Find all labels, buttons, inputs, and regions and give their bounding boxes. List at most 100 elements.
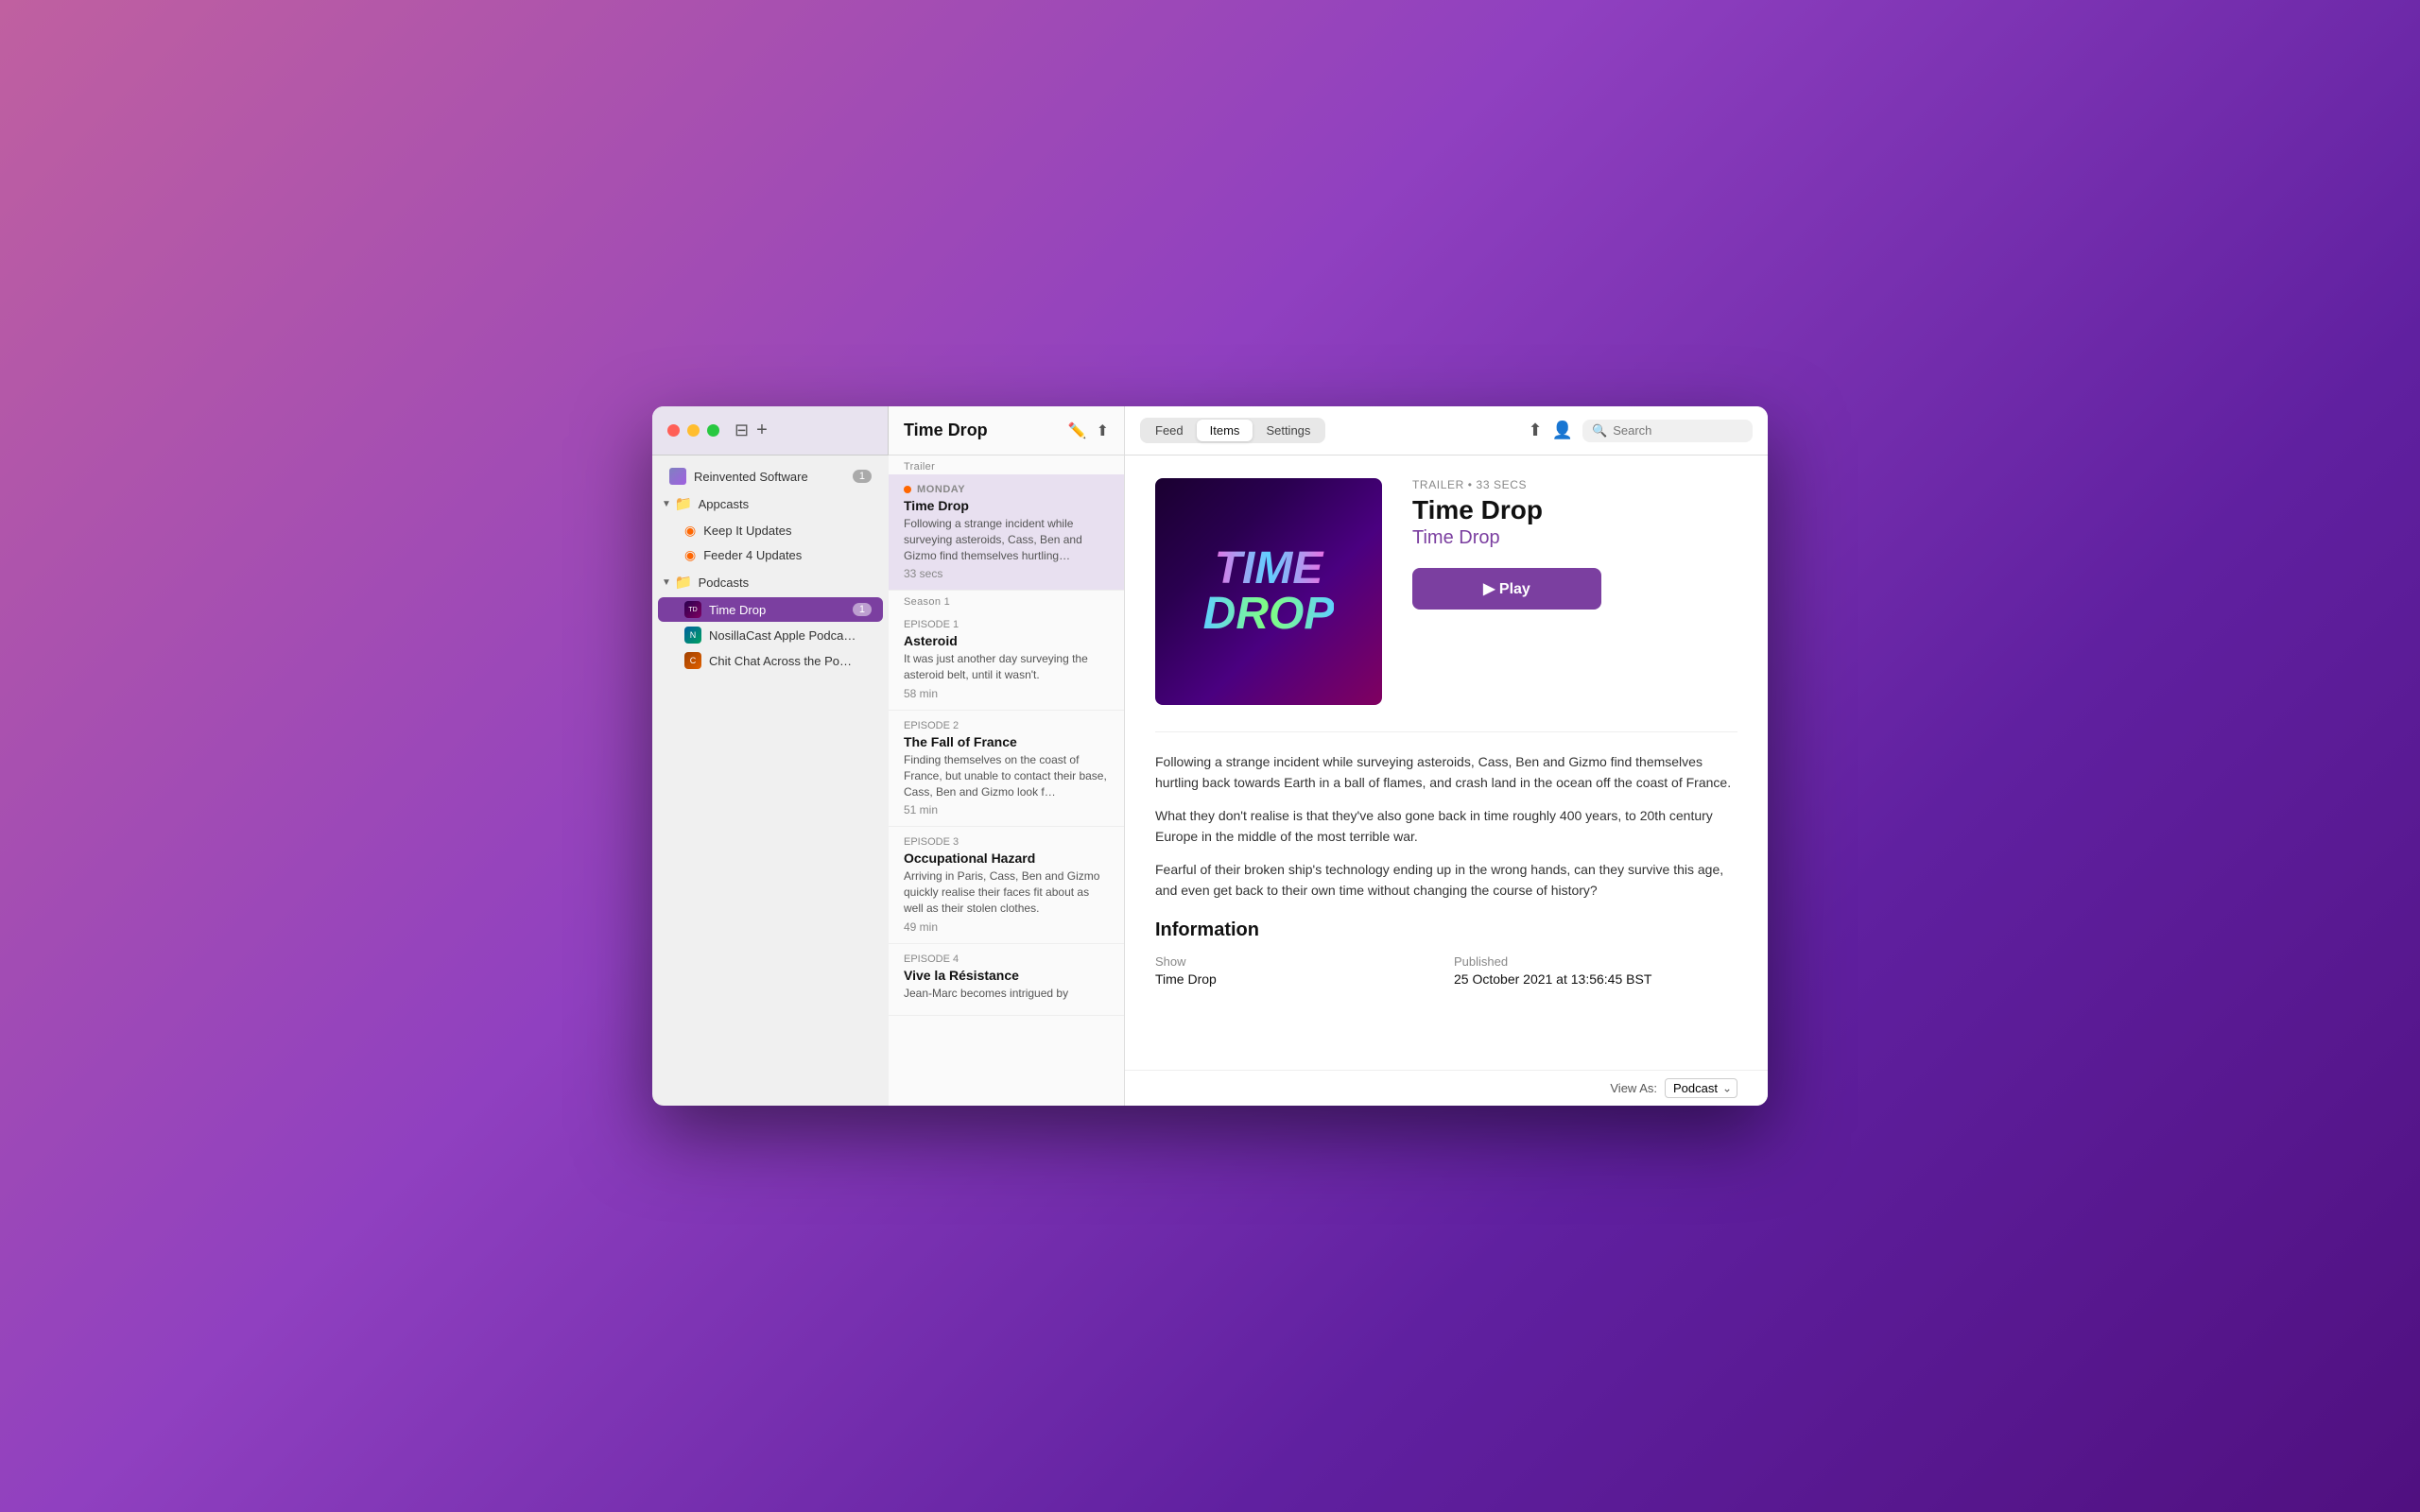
ep3-desc: Arriving in Paris, Cass, Ben and Gizmo q… (904, 868, 1109, 916)
podcasts-section-label: Podcasts (699, 576, 749, 590)
close-button[interactable] (667, 424, 680, 437)
ep1-duration: 58 min (904, 687, 1109, 700)
time-drop-badge: 1 (853, 603, 872, 616)
sidebar-item-chit-chat-label: Chit Chat Across the Po… (709, 654, 852, 668)
detail-header-actions: ⬆ 👤 🔍 (1528, 420, 1753, 442)
artwork-line2: DROP (1203, 592, 1335, 637)
search-input[interactable] (1613, 423, 1743, 438)
trailer-episode-title: Time Drop (904, 498, 1109, 513)
reinvented-software-icon (669, 468, 686, 485)
episode-desc-3: Fearful of their broken ship's technolog… (1155, 859, 1737, 902)
ep1-title: Asteroid (904, 633, 1109, 648)
podcasts-section-header[interactable]: ▼ 📁 Podcasts (652, 568, 889, 596)
feed-title: Time Drop (904, 421, 988, 440)
episode-3-item[interactable]: EPISODE 3 Occupational Hazard Arriving i… (889, 827, 1124, 943)
sidebar-item-feeder-label: Feeder 4 Updates (703, 548, 802, 562)
appcasts-section-header[interactable]: ▼ 📁 Appcasts (652, 490, 889, 518)
tab-settings[interactable]: Settings (1253, 420, 1323, 441)
tab-items[interactable]: Items (1197, 420, 1253, 441)
ep2-title: The Fall of France (904, 734, 1109, 749)
rss-icon-keep-it: ◉ (684, 523, 696, 539)
sidebar-item-reinvented-label: Reinvented Software (694, 470, 808, 484)
episode-podcast-name: Time Drop (1412, 527, 1737, 549)
view-as-select[interactable]: Podcast List (1665, 1078, 1737, 1098)
compose-button[interactable]: ✏️ (1068, 421, 1087, 440)
episode-desc-1: Following a strange incident while surve… (1155, 751, 1737, 794)
sidebar-item-time-drop[interactable]: TD Time Drop 1 (658, 597, 883, 622)
sidebar-item-keep-it-label: Keep It Updates (703, 524, 791, 538)
info-section-title: Information (1155, 919, 1737, 941)
episode-4-item[interactable]: EPISODE 4 Vive la Résistance Jean-Marc b… (889, 944, 1124, 1016)
published-label: Published (1454, 954, 1737, 969)
episode-2-item[interactable]: EPISODE 2 The Fall of France Finding the… (889, 711, 1124, 827)
ep4-number: EPISODE 4 (904, 954, 959, 965)
ep2-duration: 51 min (904, 803, 1109, 816)
ep1-desc: It was just another day surveying the as… (904, 651, 1109, 683)
trailer-episode-duration: 33 secs (904, 567, 1109, 580)
episode-hero: TIME DROP TRAILER • 33 SECS Time Drop Ti… (1155, 478, 1737, 705)
minimize-button[interactable] (687, 424, 700, 437)
episode-1-item[interactable]: EPISODE 1 Asteroid It was just another d… (889, 610, 1124, 711)
share-button[interactable]: ⬆ (1528, 421, 1542, 440)
ep4-desc: Jean-Marc becomes intrigued by (904, 986, 1109, 1002)
feed-list-items: Trailer MONDAY Time Drop Following a str… (889, 455, 1124, 1106)
view-as-wrapper: Podcast List (1665, 1078, 1737, 1098)
search-box[interactable]: 🔍 (1582, 420, 1753, 442)
episode-desc-2: What they don't realise is that they've … (1155, 805, 1737, 848)
sidebar-item-feeder-updates[interactable]: ◉ Feeder 4 Updates (658, 543, 883, 567)
view-as-row: View As: Podcast List (1125, 1070, 1768, 1106)
trailer-episode-meta: MONDAY (904, 484, 1109, 495)
reinvented-badge: 1 (853, 470, 872, 483)
tab-group: Feed Items Settings (1140, 418, 1325, 443)
ep1-meta: EPISODE 1 (904, 619, 1109, 630)
sidebar-item-chit-chat[interactable]: C Chit Chat Across the Po… (658, 648, 883, 673)
feed-list-panel: Time Drop ✏️ ⬆ Trailer MONDAY Time Drop … (889, 406, 1125, 1106)
ep4-title: Vive la Résistance (904, 968, 1109, 983)
episode-info: TRAILER • 33 SECS Time Drop Time Drop ▶ … (1412, 478, 1737, 610)
traffic-lights[interactable] (667, 424, 719, 437)
sidebar-toggle-button[interactable]: ⊟ (735, 421, 749, 440)
podcasts-chevron-icon: ▼ (662, 577, 671, 588)
ep4-meta: EPISODE 4 (904, 954, 1109, 965)
ep3-number: EPISODE 3 (904, 836, 959, 848)
ep1-number: EPISODE 1 (904, 619, 959, 630)
maximize-button[interactable] (707, 424, 719, 437)
trailer-episode-item[interactable]: MONDAY Time Drop Following a strange inc… (889, 474, 1124, 591)
unread-dot (904, 486, 911, 493)
rss-icon-feeder: ◉ (684, 547, 696, 563)
user-button[interactable]: 👤 (1552, 421, 1573, 440)
divider (1155, 731, 1737, 732)
ep2-meta: EPISODE 2 (904, 720, 1109, 731)
time-drop-thumb: TD (684, 601, 701, 618)
ep3-duration: 49 min (904, 920, 1109, 934)
appcasts-section-label: Appcasts (699, 497, 749, 511)
tab-feed[interactable]: Feed (1142, 420, 1197, 441)
trailer-episode-desc: Following a strange incident while surve… (904, 516, 1109, 563)
feed-list-header: Time Drop ✏️ ⬆ (889, 406, 1124, 455)
share-up-button[interactable]: ⬆ (1097, 421, 1109, 440)
info-show: Show Time Drop (1155, 954, 1439, 987)
feed-header-actions: ✏️ ⬆ (1068, 421, 1109, 440)
nosilla-thumb: N (684, 627, 701, 644)
ep2-desc: Finding themselves on the coast of Franc… (904, 752, 1109, 799)
sidebar-item-keep-it-updates[interactable]: ◉ Keep It Updates (658, 519, 883, 542)
ep3-title: Occupational Hazard (904, 850, 1109, 866)
episode-artwork: TIME DROP (1155, 478, 1382, 705)
artwork-line1: TIME (1203, 546, 1335, 592)
detail-header: Feed Items Settings ⬆ 👤 🔍 (1125, 406, 1768, 455)
show-value: Time Drop (1155, 971, 1439, 987)
play-button[interactable]: ▶ Play (1412, 568, 1601, 610)
appcasts-chevron-icon: ▼ (662, 499, 671, 509)
add-feed-button[interactable]: + (756, 420, 768, 441)
info-grid: Show Time Drop Published 25 October 2021… (1155, 954, 1737, 987)
trailer-section-label: Trailer (889, 455, 1124, 474)
episode-meta-label: TRAILER • 33 SECS (1412, 478, 1737, 491)
appcasts-folder-icon: 📁 (675, 495, 693, 512)
sidebar-item-nosilla[interactable]: N NosillaCast Apple Podca… (658, 623, 883, 647)
show-label: Show (1155, 954, 1439, 969)
detail-panel: Feed Items Settings ⬆ 👤 🔍 (1125, 406, 1768, 1106)
sidebar-item-reinvented-software[interactable]: Reinvented Software 1 (658, 464, 883, 489)
ep2-number: EPISODE 2 (904, 720, 959, 731)
podcasts-folder-icon: 📁 (675, 574, 693, 591)
sidebar: Reinvented Software 1 ▼ 📁 Appcasts ◉ Kee… (652, 455, 889, 1106)
